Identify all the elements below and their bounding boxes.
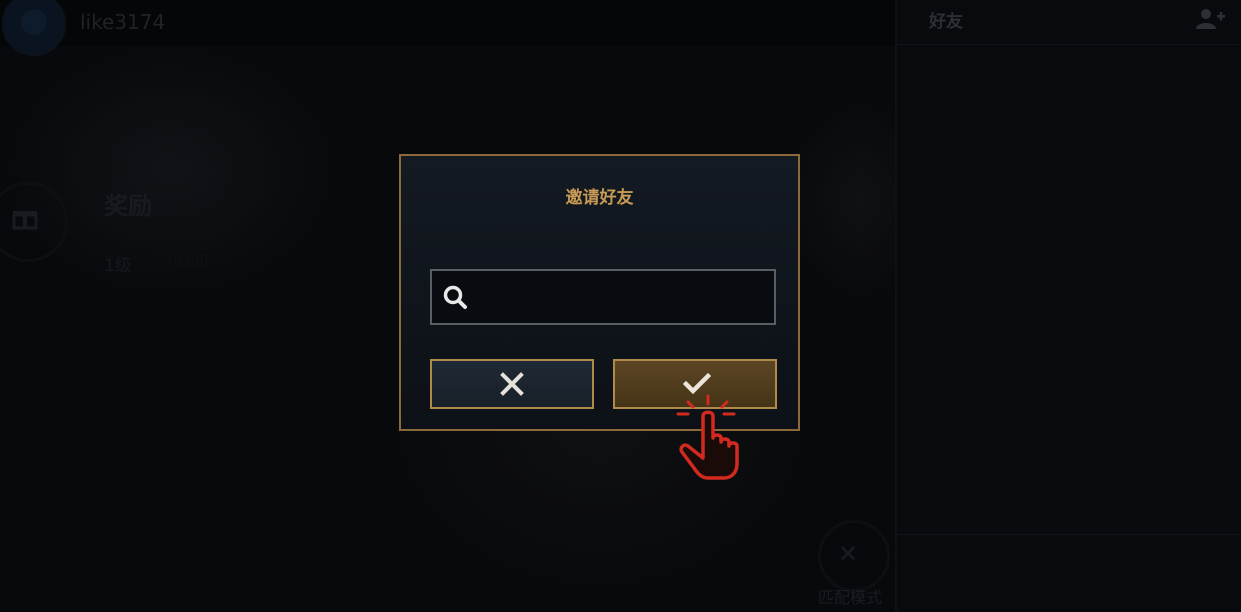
invite-friend-dialog: 邀请好友 bbox=[399, 154, 800, 431]
search-input[interactable] bbox=[477, 274, 771, 322]
close-icon bbox=[500, 372, 524, 396]
check-icon bbox=[683, 372, 711, 395]
tap-hint-hand-icon bbox=[672, 394, 752, 484]
cancel-button[interactable] bbox=[430, 359, 594, 409]
dialog-title: 邀请好友 bbox=[565, 188, 634, 208]
search-icon bbox=[441, 283, 469, 311]
